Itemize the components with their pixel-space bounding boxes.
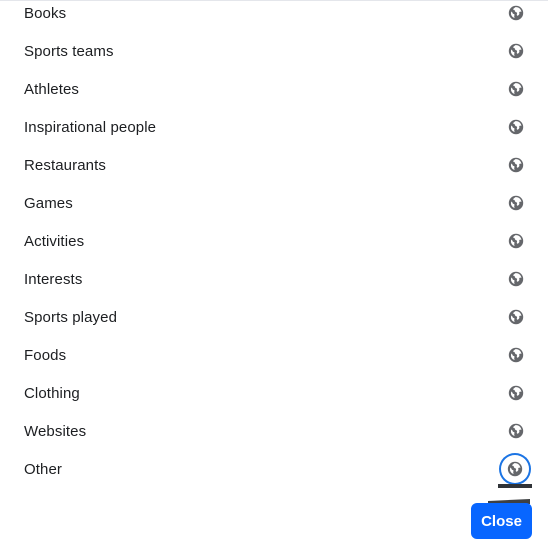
category-label: Foods [24,346,67,364]
globe-glyph [508,233,524,249]
category-label: Inspirational people [24,118,157,136]
globe-glyph [508,5,524,21]
globe-glyph [508,423,524,439]
globe-icon[interactable] [507,384,525,402]
category-label: Websites [24,422,87,440]
list-item: Athletes [0,70,548,108]
category-label: Books [24,4,67,22]
globe-icon[interactable] [507,4,525,22]
category-label: Interests [24,270,83,288]
list-item: Games [0,184,548,222]
globe-icon[interactable] [507,232,525,250]
globe-icon[interactable] [507,194,525,212]
category-label: Restaurants [24,156,106,174]
globe-glyph [508,81,524,97]
globe-glyph [508,195,524,211]
category-label: Sports teams [24,42,114,60]
list-item: Other [0,450,548,488]
category-privacy-list: Books Sports teams Athletes Inspirationa… [0,0,548,488]
globe-icon[interactable] [507,42,525,60]
globe-icon[interactable] [507,346,525,364]
category-label: Activities [24,232,85,250]
globe-glyph [508,271,524,287]
list-item: Sports played [0,298,548,336]
globe-glyph [508,309,524,325]
globe-glyph [508,385,524,401]
category-label: Athletes [24,80,79,98]
globe-glyph [507,461,523,477]
list-item: Foods [0,336,548,374]
globe-icon[interactable] [507,422,525,440]
globe-glyph [508,157,524,173]
globe-glyph [508,119,524,135]
list-item: Restaurants [0,146,548,184]
globe-glyph [508,43,524,59]
globe-icon[interactable] [507,80,525,98]
list-item: Activities [0,222,548,260]
globe-icon[interactable] [507,156,525,174]
category-label: Sports played [24,308,118,326]
list-item: Sports teams [0,32,548,70]
list-item: Interests [0,260,548,298]
globe-icon[interactable] [507,270,525,288]
list-item: Books [0,0,548,32]
close-button[interactable]: Close [471,503,532,539]
globe-icon[interactable] [507,308,525,326]
globe-glyph [508,347,524,363]
list-item: Inspirational people [0,108,548,146]
category-label: Other [24,460,63,478]
category-label: Clothing [24,384,80,402]
list-item: Clothing [0,374,548,412]
category-label: Games [24,194,73,212]
list-item: Websites [0,412,548,450]
globe-icon[interactable] [498,453,532,488]
globe-icon[interactable] [507,118,525,136]
